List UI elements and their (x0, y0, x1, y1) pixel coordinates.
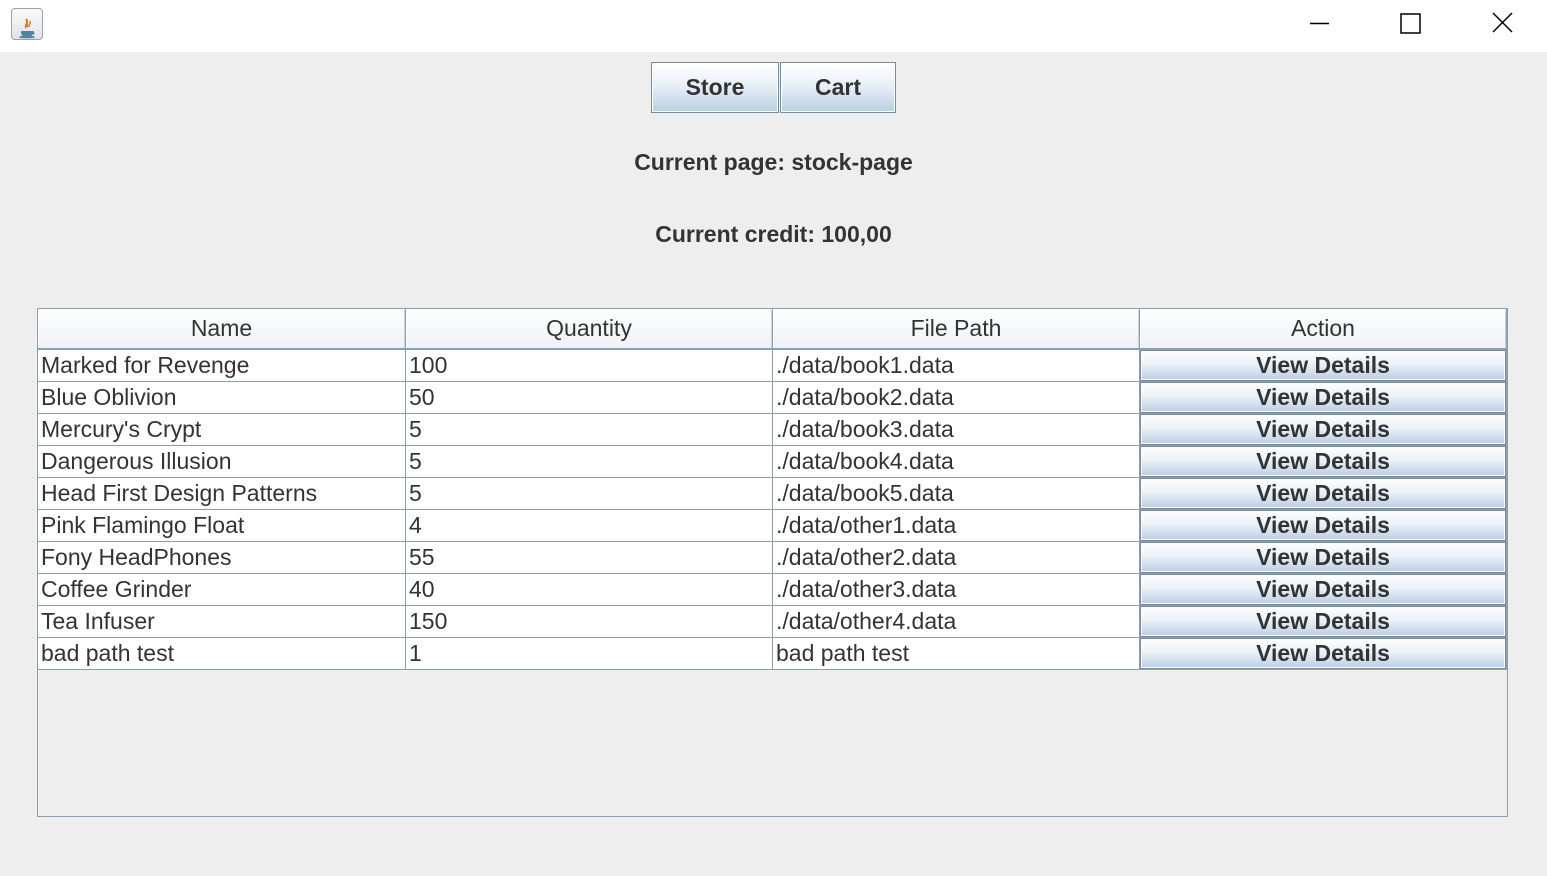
store-button[interactable]: Store (651, 62, 779, 113)
table-row[interactable]: Fony HeadPhones 55 ./data/other2.data View … (38, 542, 1507, 574)
column-header-action[interactable]: Action (1140, 309, 1507, 350)
column-header-name[interactable]: Name (38, 309, 406, 350)
title-bar (0, 0, 1547, 52)
cell-action: View Details (1140, 510, 1507, 542)
cart-button[interactable]: Cart (780, 62, 896, 113)
view-details-button[interactable]: View Details (1140, 414, 1506, 445)
cell-name[interactable]: Fony HeadPhones (38, 542, 406, 574)
cell-action: View Details (1140, 414, 1507, 446)
table-row[interactable]: Pink Flamingo Float 4 ./data/other1.data Vi… (38, 510, 1507, 542)
table-header: Name Quantity File Path Action (38, 309, 1507, 350)
cell-name[interactable]: Head First Design Patterns (38, 478, 406, 510)
table-body: Marked for Revenge 100 ./data/book1.data Vi… (38, 350, 1507, 670)
cell-action: View Details (1140, 350, 1507, 382)
cell-file-path[interactable]: ./data/book4.data (773, 446, 1140, 478)
view-details-button[interactable]: View Details (1140, 638, 1506, 669)
cell-name[interactable]: Tea Infuser (38, 606, 406, 638)
cell-name[interactable]: Pink Flamingo Float (38, 510, 406, 542)
table-row[interactable]: Tea Infuser 150 ./data/other4.data View Det… (38, 606, 1507, 638)
close-icon[interactable] (1456, 0, 1547, 46)
view-details-button[interactable]: View Details (1140, 446, 1506, 477)
cell-name[interactable]: Mercury's Crypt (38, 414, 406, 446)
cell-file-path[interactable]: bad path test (773, 638, 1140, 670)
view-details-button[interactable]: View Details (1140, 382, 1506, 413)
cell-quantity[interactable]: 40 (406, 574, 773, 606)
cell-quantity[interactable]: 1 (406, 638, 773, 670)
cell-quantity[interactable]: 150 (406, 606, 773, 638)
table-row[interactable]: Dangerous Illusion 5 ./data/book4.data View… (38, 446, 1507, 478)
cell-quantity[interactable]: 5 (406, 414, 773, 446)
table-row[interactable]: bad path test 1 bad path test View Details (38, 638, 1507, 670)
cell-action: View Details (1140, 446, 1507, 478)
cell-file-path[interactable]: ./data/book5.data (773, 478, 1140, 510)
view-details-button[interactable]: View Details (1140, 542, 1506, 573)
table-row[interactable]: Mercury's Crypt 5 ./data/book3.data View De… (38, 414, 1507, 446)
current-page-label: Current page: stock-page (634, 149, 913, 175)
cell-file-path[interactable]: ./data/other2.data (773, 542, 1140, 574)
column-header-quantity[interactable]: Quantity (406, 309, 773, 350)
cell-action: View Details (1140, 638, 1507, 670)
cell-name[interactable]: Blue Oblivion (38, 382, 406, 414)
cell-file-path[interactable]: ./data/book1.data (773, 350, 1140, 382)
nav-button-group: Store Cart (651, 62, 896, 113)
cell-file-path[interactable]: ./data/book2.data (773, 382, 1140, 414)
cell-quantity[interactable]: 55 (406, 542, 773, 574)
current-credit-label: Current credit: 100,00 (655, 221, 892, 247)
cell-quantity[interactable]: 5 (406, 478, 773, 510)
table-row[interactable]: Blue Oblivion 50 ./data/book2.data View Det… (38, 382, 1507, 414)
cell-action: View Details (1140, 382, 1507, 414)
table-row[interactable]: Marked for Revenge 100 ./data/book1.data Vi… (38, 350, 1507, 382)
cell-name[interactable]: bad path test (38, 638, 406, 670)
table-row[interactable]: Head First Design Patterns 5 ./data/book5.… (38, 478, 1507, 510)
java-coffee-cup-icon[interactable] (11, 8, 43, 40)
cell-action: View Details (1140, 574, 1507, 606)
cell-quantity[interactable]: 4 (406, 510, 773, 542)
cell-quantity[interactable]: 50 (406, 382, 773, 414)
view-details-button[interactable]: View Details (1140, 510, 1506, 541)
cell-file-path[interactable]: ./data/other4.data (773, 606, 1140, 638)
minimize-icon[interactable] (1273, 0, 1365, 46)
view-details-button[interactable]: View Details (1140, 606, 1506, 637)
stock-table: Name Quantity File Path Action Marked fo… (37, 308, 1508, 817)
maximize-icon[interactable] (1365, 0, 1457, 46)
cell-action: View Details (1140, 606, 1507, 638)
cell-file-path[interactable]: ./data/other3.data (773, 574, 1140, 606)
cell-quantity[interactable]: 5 (406, 446, 773, 478)
view-details-button[interactable]: View Details (1140, 478, 1506, 509)
cell-action: View Details (1140, 478, 1507, 510)
cell-file-path[interactable]: ./data/book3.data (773, 414, 1140, 446)
cell-quantity[interactable]: 100 (406, 350, 773, 382)
cell-action: View Details (1140, 542, 1507, 574)
cell-name[interactable]: Coffee Grinder (38, 574, 406, 606)
cell-name[interactable]: Dangerous Illusion (38, 446, 406, 478)
column-header-file-path[interactable]: File Path (773, 309, 1140, 350)
cell-file-path[interactable]: ./data/other1.data (773, 510, 1140, 542)
view-details-button[interactable]: View Details (1140, 574, 1506, 605)
cell-name[interactable]: Marked for Revenge (38, 350, 406, 382)
view-details-button[interactable]: View Details (1140, 350, 1506, 381)
table-row[interactable]: Coffee Grinder 40 ./data/other3.data View D… (38, 574, 1507, 606)
